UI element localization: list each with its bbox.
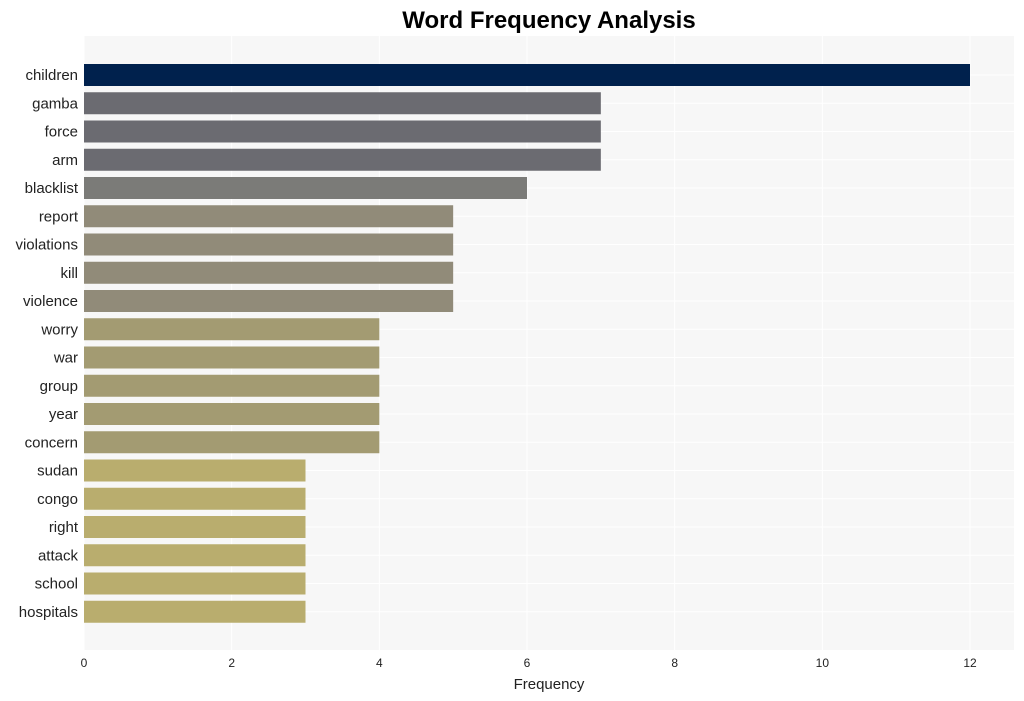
y-tick-label: report <box>39 208 79 225</box>
bar-chart: children gamba force arm blacklist report viol… <box>15 7 1014 693</box>
x-axis-label: Frequency <box>514 676 585 693</box>
y-tick-label: war <box>53 350 78 367</box>
bar-concern <box>84 431 380 454</box>
bar-report <box>84 205 454 228</box>
y-tick-labels: children gamba force arm blacklist report viol… <box>15 67 78 621</box>
y-tick-label: violations <box>15 237 78 254</box>
bar-hospitals <box>84 600 306 623</box>
y-tick-label: concern <box>25 434 78 451</box>
y-tick-label: hospitals <box>19 604 78 621</box>
y-tick-label: children <box>25 67 78 84</box>
bar-force <box>84 120 601 143</box>
bar-attack <box>84 544 306 567</box>
y-tick-label: school <box>35 576 78 593</box>
bar-violence <box>84 290 454 312</box>
bar-children <box>84 64 970 86</box>
y-tick-label: attack <box>38 547 79 564</box>
chart-title: Word Frequency Analysis <box>402 7 695 34</box>
x-tick-label: 4 <box>376 656 383 670</box>
bar-gamba <box>84 92 601 115</box>
y-tick-label: violence <box>23 293 78 310</box>
y-tick-label: arm <box>52 152 78 169</box>
bar-kill <box>84 261 454 284</box>
bar-violations <box>84 233 454 256</box>
bar-year <box>84 403 380 425</box>
bar-war <box>84 346 380 369</box>
y-tick-label: gamba <box>32 95 79 112</box>
bar-arm <box>84 148 601 171</box>
bar-school <box>84 572 306 595</box>
bar-congo <box>84 487 306 510</box>
bar-sudan <box>84 459 306 482</box>
y-tick-label: worry <box>40 321 78 338</box>
x-tick-label: 12 <box>963 656 977 670</box>
x-tick-label: 6 <box>524 656 531 670</box>
bar-group <box>84 374 380 397</box>
y-tick-label: group <box>40 378 78 395</box>
x-tick-label: 0 <box>81 656 88 670</box>
x-tick-label: 8 <box>671 656 678 670</box>
x-tick-labels: 0 2 4 6 8 10 12 <box>81 656 977 670</box>
bar-blacklist <box>84 177 527 199</box>
bar-right <box>84 516 306 538</box>
y-tick-label: sudan <box>37 463 78 480</box>
x-tick-label: 10 <box>816 656 830 670</box>
y-tick-label: kill <box>61 265 79 282</box>
bar-worry <box>84 318 380 341</box>
y-tick-label: congo <box>37 491 78 508</box>
x-tick-label: 2 <box>228 656 235 670</box>
y-tick-label: right <box>49 519 79 536</box>
y-tick-label: year <box>49 406 78 423</box>
y-tick-label: force <box>45 124 78 141</box>
y-tick-label: blacklist <box>25 180 79 197</box>
